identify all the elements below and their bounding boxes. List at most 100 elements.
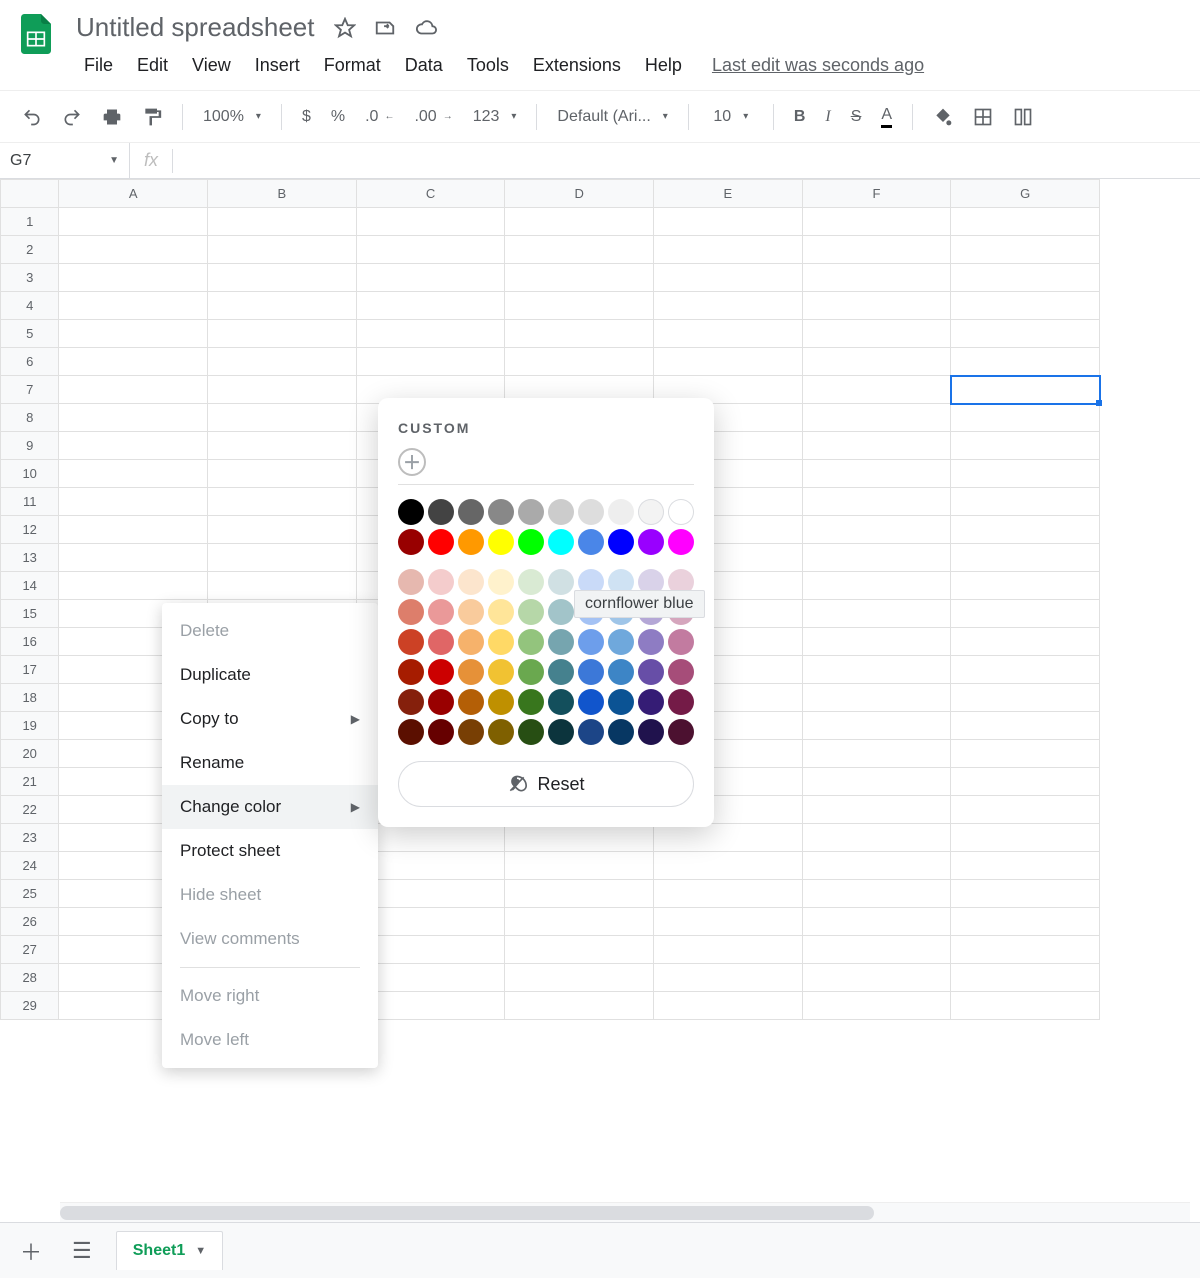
color-swatch[interactable] [638,689,664,715]
color-swatch[interactable] [488,689,514,715]
color-swatch[interactable] [608,499,634,525]
star-icon[interactable] [334,17,356,39]
cell[interactable] [654,264,803,292]
cell[interactable] [208,320,357,348]
ctx-delete[interactable]: Delete [162,609,378,653]
color-swatch[interactable] [638,499,664,525]
cell[interactable] [951,796,1100,824]
cell[interactable] [654,992,803,1020]
cell[interactable] [654,936,803,964]
color-swatch[interactable] [548,599,574,625]
cell[interactable] [802,264,951,292]
add-custom-color-button[interactable]: ＋ [398,448,426,476]
cloud-icon[interactable] [414,17,438,39]
cell[interactable] [505,236,654,264]
color-swatch[interactable] [518,659,544,685]
cell[interactable] [356,880,505,908]
color-swatch[interactable] [548,659,574,685]
cell[interactable] [951,348,1100,376]
color-swatch[interactable] [398,629,424,655]
ctx-change-color[interactable]: Change color▶ [162,785,378,829]
color-swatch[interactable] [518,529,544,555]
column-header[interactable]: D [505,180,654,208]
color-swatch[interactable] [668,629,694,655]
color-swatch[interactable] [458,529,484,555]
cell[interactable] [654,320,803,348]
cell[interactable] [59,404,208,432]
row-header[interactable]: 6 [1,348,59,376]
menu-extensions[interactable]: Extensions [521,49,633,82]
cell[interactable] [951,488,1100,516]
cell[interactable] [356,992,505,1020]
cell[interactable] [208,460,357,488]
cell[interactable] [951,320,1100,348]
cell[interactable] [356,852,505,880]
cell[interactable] [951,936,1100,964]
color-swatch[interactable] [668,719,694,745]
cell[interactable] [951,684,1100,712]
color-swatch[interactable] [578,689,604,715]
color-swatch[interactable] [608,629,634,655]
cell[interactable] [505,936,654,964]
column-header[interactable]: B [208,180,357,208]
color-swatch[interactable] [428,499,454,525]
row-header[interactable]: 5 [1,320,59,348]
cell[interactable] [951,572,1100,600]
menu-file[interactable]: File [72,49,125,82]
reset-color-button[interactable]: Reset [398,761,694,807]
color-swatch[interactable] [488,599,514,625]
cell[interactable] [208,292,357,320]
color-swatch[interactable] [548,569,574,595]
color-swatch[interactable] [608,529,634,555]
color-swatch[interactable] [548,719,574,745]
cell[interactable] [356,824,505,852]
row-header[interactable]: 18 [1,684,59,712]
cell[interactable] [208,572,357,600]
color-swatch[interactable] [578,499,604,525]
row-header[interactable]: 28 [1,964,59,992]
cell[interactable] [802,208,951,236]
cell[interactable] [802,656,951,684]
cell[interactable] [505,964,654,992]
cell[interactable] [951,824,1100,852]
color-swatch[interactable] [608,719,634,745]
color-swatch[interactable] [488,659,514,685]
color-swatch[interactable] [428,689,454,715]
cell[interactable] [951,992,1100,1020]
color-swatch[interactable] [518,629,544,655]
column-header[interactable]: A [59,180,208,208]
paint-format-button[interactable] [134,101,170,133]
color-swatch[interactable] [488,629,514,655]
redo-button[interactable] [54,101,90,133]
sheet-tab[interactable]: Sheet1 ▼ [116,1231,223,1270]
cell[interactable] [208,516,357,544]
fill-color-button[interactable] [925,101,961,133]
cell[interactable] [802,880,951,908]
row-header[interactable]: 7 [1,376,59,404]
cell[interactable] [802,824,951,852]
cell[interactable] [951,740,1100,768]
color-swatch[interactable] [668,499,694,525]
color-swatch[interactable] [518,569,544,595]
row-header[interactable]: 10 [1,460,59,488]
row-header[interactable]: 11 [1,488,59,516]
color-swatch[interactable] [638,529,664,555]
cell[interactable] [802,684,951,712]
ctx-copy-to[interactable]: Copy to▶ [162,697,378,741]
select-all-corner[interactable] [1,180,59,208]
column-header[interactable]: F [802,180,951,208]
cell[interactable] [59,432,208,460]
row-header[interactable]: 17 [1,656,59,684]
cell[interactable] [802,740,951,768]
cell[interactable] [802,544,951,572]
color-swatch[interactable] [458,689,484,715]
cell[interactable] [356,936,505,964]
cell[interactable] [802,768,951,796]
row-header[interactable]: 8 [1,404,59,432]
increase-decimal-button[interactable]: .00→ [406,102,460,132]
color-swatch[interactable] [638,629,664,655]
color-swatch[interactable] [578,659,604,685]
all-sheets-button[interactable]: ☰ [66,1232,98,1270]
cell[interactable] [951,880,1100,908]
row-header[interactable]: 25 [1,880,59,908]
